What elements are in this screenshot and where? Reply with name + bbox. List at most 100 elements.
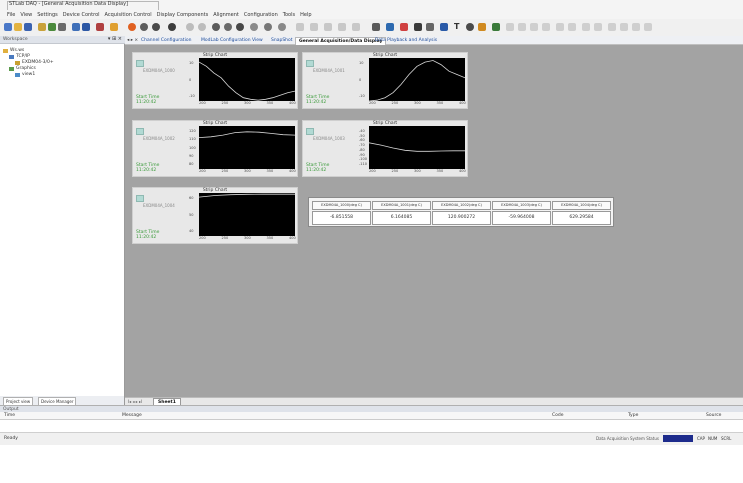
numeric-table[interactable]: EXDM04A_1000(deg C) -6.851558 EXDM04A_10… — [308, 197, 614, 227]
tab-data-playback[interactable]: Data Playback and Analysis — [375, 37, 437, 45]
status-text: Ready — [4, 436, 18, 441]
layout-icon[interactable] — [608, 23, 616, 31]
layout-icon[interactable] — [644, 23, 652, 31]
device-icon[interactable] — [38, 23, 46, 31]
y-tick-label: 90 — [189, 153, 194, 158]
menu-view[interactable]: View — [20, 12, 32, 18]
tabs-arrow-icon[interactable]: ◂ ▸ × — [127, 37, 138, 45]
device-icon — [15, 61, 20, 65]
grid-icon[interactable] — [72, 23, 80, 31]
y-tick-label: 10 — [359, 60, 364, 65]
channel-tag: EXDM04A_1004 — [143, 203, 175, 208]
display-icon[interactable] — [426, 23, 434, 31]
table-icon[interactable] — [440, 23, 448, 31]
align-icon[interactable] — [296, 23, 304, 31]
strip-chart[interactable]: Strip Chart EXDM04A_1000 Start Time 11:20:4… — [132, 52, 298, 109]
layout-icon[interactable] — [518, 23, 526, 31]
layout-icon[interactable] — [542, 23, 550, 31]
strip-chart[interactable]: Strip Chart EXDM04A_1001 Start Time 11:20:4… — [302, 52, 468, 109]
menu-alignment[interactable]: Alignment — [213, 12, 239, 18]
y-tick-label: 40 — [189, 229, 194, 234]
column-code[interactable]: Code — [552, 412, 564, 420]
start-time-value: 11:20:42 — [306, 168, 327, 173]
menu-help[interactable]: Help — [300, 12, 311, 18]
sheet-nav-arrows[interactable]: I◂ ◂ ▸ ▸I — [128, 399, 142, 404]
strip-chart[interactable]: Strip Chart EXDM04A_1002 Start Time 11:20:4… — [132, 120, 298, 177]
layout-icon[interactable] — [594, 23, 602, 31]
gauge-icon[interactable] — [224, 23, 232, 31]
y-tick-label: 100 — [189, 145, 196, 150]
menu-settings[interactable]: Settings — [37, 12, 58, 18]
layout-icon[interactable] — [582, 23, 590, 31]
text-icon[interactable]: T — [454, 23, 459, 31]
gauge-icon[interactable] — [264, 23, 272, 31]
meter-icon[interactable] — [492, 23, 500, 31]
alarm-icon[interactable] — [400, 23, 408, 31]
align-icon[interactable] — [338, 23, 346, 31]
layout-icon[interactable] — [568, 23, 576, 31]
layout-icon[interactable] — [620, 23, 628, 31]
gauge-icon[interactable] — [212, 23, 220, 31]
tree-item-graphics[interactable]: Graphics — [16, 66, 36, 71]
align-icon[interactable] — [352, 23, 360, 31]
column-message[interactable]: Message — [122, 412, 142, 420]
gauge-icon[interactable] — [128, 23, 136, 31]
tree-item-workspace[interactable]: Ws.ws — [10, 48, 24, 53]
record-icon[interactable] — [82, 23, 90, 31]
align-icon[interactable] — [324, 23, 332, 31]
save-icon[interactable] — [24, 23, 32, 31]
gauge-icon[interactable] — [140, 23, 148, 31]
gauge-icon[interactable] — [198, 23, 206, 31]
tree-item-view[interactable]: view1 — [22, 72, 35, 77]
open-icon[interactable] — [14, 23, 22, 31]
tree-item-device[interactable]: EXDM04-3/0+ — [22, 60, 54, 65]
column-type[interactable]: Type — [628, 412, 638, 420]
gauge-icon[interactable] — [250, 23, 258, 31]
gauge-icon[interactable] — [152, 23, 160, 31]
menu-configuration[interactable]: Configuration — [244, 12, 278, 18]
gauge-icon[interactable] — [236, 23, 244, 31]
tree-item-tcpip[interactable]: TCP/IP — [16, 54, 30, 59]
menu-acquisition-control[interactable]: Acquisition Control — [105, 12, 152, 18]
menu-display-components[interactable]: Display Components — [157, 12, 209, 18]
y-tick-label: -80 — [359, 147, 365, 152]
pin-icon[interactable]: ▾ ⊞ × — [108, 36, 122, 42]
align-icon[interactable] — [310, 23, 318, 31]
gauge-icon[interactable] — [186, 23, 194, 31]
table-header: EXDM04A_1003(deg C) — [492, 201, 551, 210]
toolbar: T — [0, 19, 743, 36]
new-icon[interactable] — [4, 23, 12, 31]
column-time[interactable]: Time — [4, 412, 15, 420]
chart-icon[interactable] — [110, 23, 118, 31]
strip-chart[interactable]: Strip Chart EXDM04A_1003 Start Time 11:20:4… — [302, 120, 468, 177]
indicator-icon[interactable] — [466, 23, 474, 31]
menu-file[interactable]: File — [7, 12, 15, 18]
layout-icon[interactable] — [530, 23, 538, 31]
instrument-icon[interactable] — [48, 23, 56, 31]
stop-icon[interactable] — [96, 23, 104, 31]
channel-tag: EXDM04A_1003 — [313, 136, 345, 141]
layout-icon[interactable] — [556, 23, 564, 31]
bar-meter-icon[interactable] — [414, 23, 422, 31]
gauge-icon[interactable] — [168, 23, 176, 31]
menu-device-control[interactable]: Device Control — [63, 12, 100, 18]
graph-icon[interactable] — [58, 23, 66, 31]
panel-icon[interactable] — [386, 23, 394, 31]
strip-chart[interactable]: Strip Chart EXDM04A_1004 Start Time 11:20:4… — [132, 187, 298, 244]
layout-icon[interactable] — [632, 23, 640, 31]
settings-icon[interactable] — [478, 23, 486, 31]
table-column: EXDM04A_1000(deg C) -6.851558 — [312, 201, 371, 225]
tab-snapshot[interactable]: SnapShot — [271, 37, 293, 45]
output-list[interactable] — [0, 420, 743, 432]
tab-channel-configuration[interactable]: Channel Configuration — [141, 37, 191, 45]
slider-icon[interactable] — [372, 23, 380, 31]
gauge-icon[interactable] — [278, 23, 286, 31]
y-tick-label: -60 — [359, 138, 365, 143]
table-value: 629.29584 — [552, 211, 611, 225]
x-tick-label: 200 — [199, 236, 206, 240]
column-source[interactable]: Source — [706, 412, 721, 420]
y-tick-label: -90 — [359, 152, 365, 157]
layout-icon[interactable] — [506, 23, 514, 31]
tab-modlab-configuration[interactable]: ModLab Configuration View — [201, 37, 263, 45]
menu-tools[interactable]: Tools — [283, 12, 295, 18]
